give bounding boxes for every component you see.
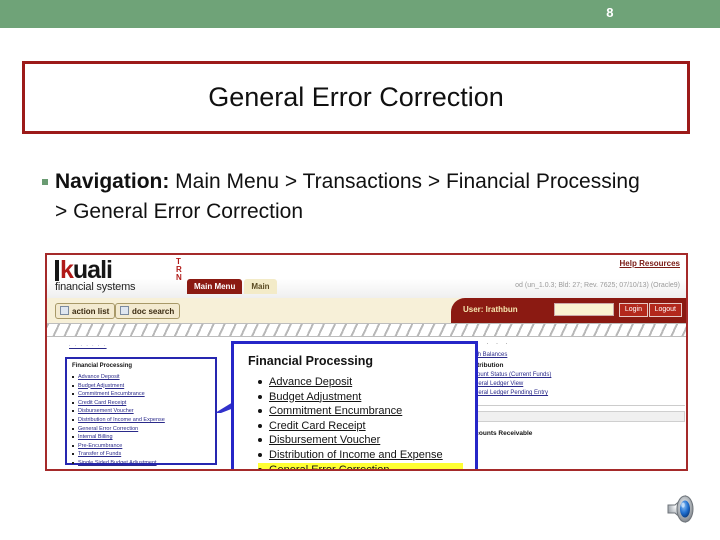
slide-body: Navigation: Main Menu > Transactions > F… bbox=[42, 167, 682, 228]
slide-title-box: General Error Correction bbox=[22, 61, 690, 134]
right-col-dots: · · · · · bbox=[467, 341, 511, 347]
popup-title: Financial Processing bbox=[248, 354, 374, 368]
menu-item-label: Distribution of Income and Expense bbox=[269, 448, 443, 461]
menu-item-disbursement-voucher[interactable]: Disbursement Voucher bbox=[258, 433, 463, 448]
navigation-bullet: Navigation: Main Menu > Transactions > F… bbox=[42, 167, 682, 228]
action-list-label: action list bbox=[72, 307, 110, 316]
list-item[interactable]: Transfer of Funds bbox=[72, 450, 210, 459]
app-body: ∙ ∙ ∙ ∙ ∙ ∙ ∙ Financial Processing Advan… bbox=[47, 337, 686, 471]
section-header-bar bbox=[467, 411, 685, 422]
list-item[interactable]: Single Sided Budget Adjustment bbox=[72, 459, 210, 468]
popup-menu-list: Advance Deposit Budget Adjustment Commit… bbox=[248, 375, 463, 471]
bullet-dot-icon bbox=[42, 179, 48, 185]
logo-k-letter: k bbox=[60, 256, 74, 284]
cash-balances-link[interactable]: Cash Balances bbox=[467, 351, 685, 360]
menu-item-label: Commitment Encumbrance bbox=[269, 405, 403, 418]
menu-item-label: Disbursement Voucher bbox=[269, 434, 381, 447]
section-divider bbox=[467, 405, 685, 406]
version-info: od (un_1.0.3; Bld: 27; Rev. 7625; 07/10/… bbox=[515, 282, 680, 289]
menu-item-label: General Error Correction bbox=[269, 463, 390, 471]
financial-processing-menu-small: Financial Processing Advance Deposit Bud… bbox=[65, 357, 217, 468]
menu-item-distribution-of-income-and-expense[interactable]: Distribution of Income and Expense bbox=[258, 448, 463, 463]
action-list-button[interactable]: action list bbox=[55, 303, 116, 319]
list-item[interactable]: Disbursement Voucher bbox=[72, 407, 210, 416]
page-number: 8 bbox=[606, 5, 614, 20]
tab-maintenance[interactable]: Main bbox=[244, 279, 277, 294]
financial-processing-popup: Financial Processing Advance Deposit Bud… bbox=[231, 341, 478, 471]
speaker-icon[interactable] bbox=[660, 490, 702, 528]
accounts-receivable-heading: Accounts Receivable bbox=[467, 430, 533, 437]
app-brand-band: kuali financial systems T R N Main Menu … bbox=[47, 255, 686, 301]
quick-links-row[interactable]: ∙ ∙ ∙ ∙ ∙ ∙ ∙ bbox=[69, 343, 107, 349]
logo-word: uali bbox=[72, 256, 113, 284]
distribution-heading: Distribution bbox=[467, 362, 504, 369]
list-item[interactable]: Pre-Encumbrance bbox=[72, 442, 210, 451]
menu-item-label: Credit Card Receipt bbox=[269, 419, 366, 432]
menu-item-label: Budget Adjustment bbox=[269, 390, 362, 403]
list-item[interactable]: Commitment Encumbrance bbox=[72, 390, 210, 399]
trn-marker: T R N bbox=[176, 258, 182, 282]
login-button[interactable]: Login bbox=[618, 303, 648, 317]
slide-header-bar: 8 bbox=[0, 0, 720, 28]
kuali-logo: kuali bbox=[55, 256, 113, 284]
doc-search-button[interactable]: doc search bbox=[115, 303, 181, 319]
trn-letter-n: N bbox=[176, 273, 182, 282]
zigzag-divider bbox=[47, 323, 686, 337]
list-item[interactable]: Budget Adjustment bbox=[72, 382, 210, 391]
menu-item-advance-deposit[interactable]: Advance Deposit bbox=[258, 375, 463, 390]
logo-bar-icon bbox=[55, 260, 59, 281]
menu-item-credit-card-receipt[interactable]: Credit Card Receipt bbox=[258, 419, 463, 434]
gl-pending-entry-link[interactable]: General Ledger Pending Entry bbox=[467, 389, 685, 398]
doc-search-label: doc search bbox=[132, 307, 175, 316]
list-item[interactable]: General Error Correction bbox=[72, 425, 210, 434]
account-status-link[interactable]: Account Status (Current Funds) bbox=[467, 371, 685, 380]
embedded-app-screenshot: kuali financial systems T R N Main Menu … bbox=[45, 253, 688, 471]
menu-item-commitment-encumbrance[interactable]: Commitment Encumbrance bbox=[258, 404, 463, 419]
page-title: General Error Correction bbox=[208, 82, 504, 112]
fp-small-title: Financial Processing bbox=[72, 363, 133, 369]
login-input[interactable] bbox=[554, 303, 614, 316]
list-item[interactable]: Credit Card Receipt bbox=[72, 399, 210, 408]
list-icon bbox=[60, 306, 69, 315]
menu-item-label: Advance Deposit bbox=[269, 376, 353, 388]
search-icon bbox=[120, 306, 129, 315]
logout-button[interactable]: Logout bbox=[648, 303, 682, 317]
navigation-label: Navigation: bbox=[55, 170, 170, 193]
list-item[interactable]: Distribution of Income and Expense bbox=[72, 416, 210, 425]
menu-item-general-error-correction[interactable]: General Error Correction bbox=[258, 462, 463, 471]
app-tab-bar: Main Menu Main bbox=[187, 279, 279, 294]
list-item[interactable]: Internal Billing bbox=[72, 433, 210, 442]
user-name-label: User: lrathbun bbox=[463, 305, 518, 314]
app-right-column: · · · · · Cash Balances Distribution Acc… bbox=[467, 337, 685, 439]
kuali-logo-subtitle: financial systems bbox=[55, 281, 136, 293]
user-banner: User: lrathbun Login Logout bbox=[451, 298, 686, 323]
list-item[interactable]: Advance Deposit bbox=[72, 373, 210, 382]
fp-small-list: Advance Deposit Budget Adjustment Commit… bbox=[72, 373, 210, 468]
general-ledger-view-link[interactable]: General Ledger View bbox=[467, 380, 685, 389]
help-resources-link[interactable]: Help Resources bbox=[620, 259, 680, 268]
tab-main-menu[interactable]: Main Menu bbox=[187, 279, 243, 294]
menu-item-budget-adjustment[interactable]: Budget Adjustment bbox=[258, 390, 463, 405]
navigation-text: Navigation: Main Menu > Transactions > F… bbox=[55, 167, 655, 228]
